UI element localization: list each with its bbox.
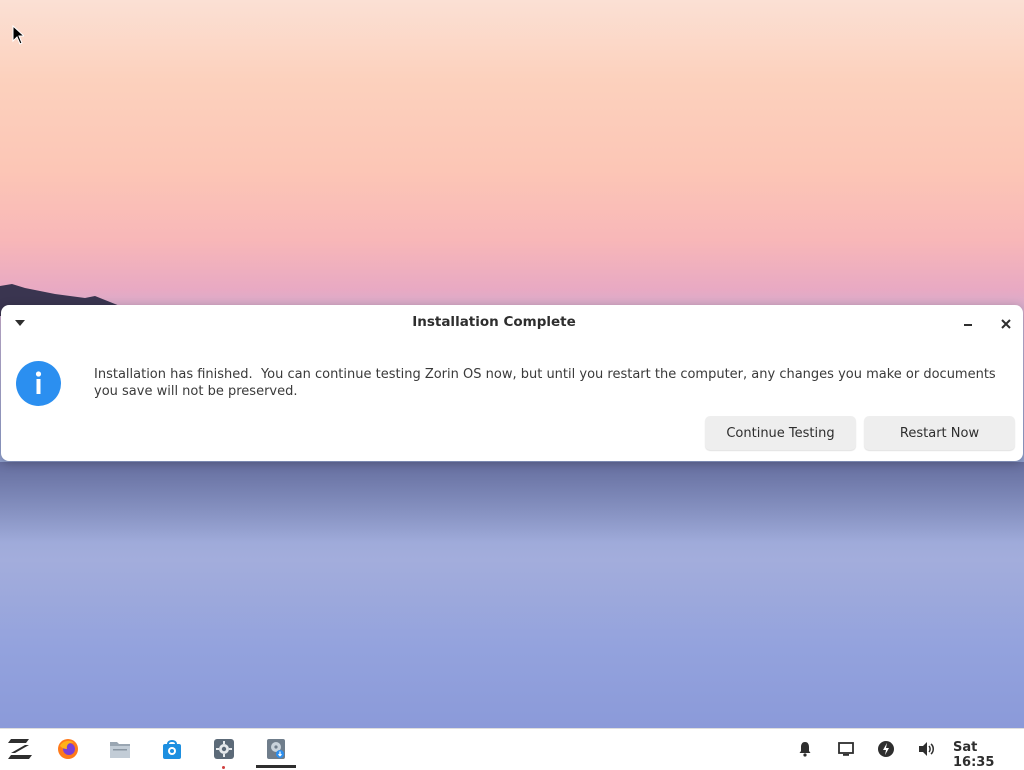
software-store-icon bbox=[163, 740, 181, 759]
tray-power[interactable] bbox=[876, 739, 896, 759]
speaker-icon bbox=[919, 742, 934, 756]
taskbar-firefox[interactable] bbox=[48, 729, 88, 769]
dialog-message: Installation has finished. You can conti… bbox=[94, 367, 1000, 399]
mouse-pointer-icon bbox=[12, 25, 24, 45]
close-icon bbox=[1001, 319, 1011, 329]
settings-icon bbox=[214, 739, 234, 759]
info-glyph bbox=[35, 371, 42, 394]
minimize-icon bbox=[964, 324, 972, 326]
zorin-logo-icon bbox=[8, 739, 32, 759]
display-icon bbox=[838, 742, 854, 756]
taskbar: Sat 16:35 bbox=[0, 728, 1024, 770]
taskbar-software[interactable] bbox=[152, 729, 192, 769]
dialog-titlebar[interactable]: Installation Complete bbox=[1, 305, 1023, 341]
firefox-icon bbox=[58, 739, 78, 759]
dialog-title: Installation Complete bbox=[412, 314, 576, 330]
tray-volume[interactable] bbox=[917, 739, 937, 759]
taskbar-files[interactable] bbox=[100, 729, 140, 769]
close-button[interactable] bbox=[996, 315, 1016, 333]
files-icon bbox=[110, 742, 130, 758]
zorin-menu-button[interactable] bbox=[0, 729, 40, 769]
continue-testing-button[interactable]: Continue Testing bbox=[705, 416, 856, 450]
info-icon bbox=[16, 361, 61, 406]
installer-icon bbox=[267, 739, 285, 759]
tray-notifications[interactable] bbox=[795, 739, 815, 759]
taskbar-installer[interactable] bbox=[256, 729, 296, 769]
minimize-button[interactable] bbox=[958, 315, 978, 333]
restart-now-button[interactable]: Restart Now bbox=[864, 416, 1015, 450]
wallpaper-fog bbox=[0, 462, 1024, 542]
power-icon bbox=[878, 741, 894, 757]
taskbar-settings[interactable] bbox=[204, 729, 244, 769]
bell-icon bbox=[799, 742, 811, 757]
tray-display[interactable] bbox=[836, 739, 856, 759]
installation-complete-dialog: Installation Complete Installation has f… bbox=[1, 305, 1023, 461]
clock[interactable]: Sat 16:35 bbox=[953, 740, 1023, 770]
